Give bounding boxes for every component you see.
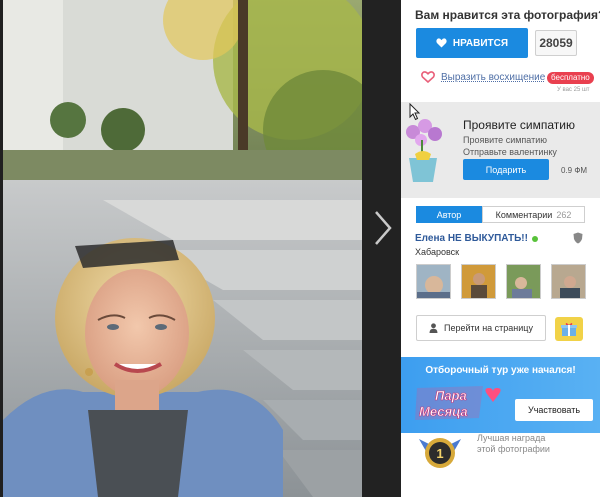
chevron-right-icon <box>375 211 392 245</box>
medal-number: 1 <box>436 446 443 461</box>
gift-price: 0.9 ФМ <box>561 166 588 175</box>
like-button-label: НРАВИТСЯ <box>452 37 509 49</box>
gift-panel: Проявите симпатию Проявите симпатию Отпр… <box>401 102 600 198</box>
flower-pot-icon <box>406 119 442 182</box>
author-photo-thumb[interactable] <box>461 264 496 299</box>
admire-row: Выразить восхищение <box>421 71 545 83</box>
like-button[interactable]: НРАВИТСЯ <box>416 28 528 58</box>
gift-text-1: Проявите симпатию <box>463 135 547 145</box>
goto-page-label: Перейти на страницу <box>444 323 533 333</box>
tab-comments-label: Комментарии <box>495 209 553 220</box>
promo-title: Отборочный тур уже начался! <box>425 365 576 376</box>
shield-icon[interactable] <box>573 232 583 244</box>
comments-count: 262 <box>556 209 572 220</box>
author-city: Хабаровск <box>415 247 460 257</box>
cursor-icon <box>409 103 421 121</box>
author-photos <box>416 264 586 299</box>
main-photo[interactable] <box>3 0 362 497</box>
person-icon <box>429 323 438 333</box>
gift-icon <box>561 322 577 336</box>
award-text-1: Лучшая награда <box>477 433 546 443</box>
medal-icon[interactable]: 1 <box>417 433 463 471</box>
like-counter: 28059 <box>535 30 577 56</box>
pair-of-month-logo: Пара Месяца <box>415 386 501 420</box>
goto-page-button[interactable]: Перейти на страницу <box>416 315 546 341</box>
pair-of-month-banner[interactable]: Отборочный тур уже начался! Пара Месяца … <box>401 357 600 433</box>
online-status-icon <box>531 235 538 242</box>
tab-author[interactable]: Автор <box>416 206 482 223</box>
promo-logo-line1: Пара <box>435 388 467 403</box>
gift-button[interactable]: Подарить <box>463 159 549 180</box>
author-photo-thumb[interactable] <box>506 264 541 299</box>
photo-page: Вам нравится эта фотография? НРАВИТСЯ 28… <box>0 0 600 497</box>
free-badge: бесплатно <box>547 72 594 84</box>
gift-title: Проявите симпатию <box>463 118 575 132</box>
photo-sidebar: Вам нравится эта фотография? НРАВИТСЯ 28… <box>401 0 600 497</box>
remaining-note: У вас 25 шт <box>557 87 590 93</box>
author-name: Елена НЕ ВЫКУПАТЬ!! <box>415 233 528 244</box>
gift-text-2: Отправьте валентинку <box>463 147 557 157</box>
participate-button[interactable]: Участвовать <box>515 399 593 421</box>
award-text-2: этой фотографии <box>477 444 550 454</box>
present-button[interactable] <box>555 317 583 341</box>
author-photo-thumb[interactable] <box>416 264 451 299</box>
photo-viewer <box>0 0 401 497</box>
author-photo-thumb[interactable] <box>551 264 586 299</box>
like-question: Вам нравится эта фотография? <box>415 8 600 22</box>
author-comments-tabs: Автор Комментарии 262 <box>416 206 585 223</box>
admire-link[interactable]: Выразить восхищение <box>441 72 545 83</box>
author-name-link[interactable]: Елена НЕ ВЫКУПАТЬ!! <box>415 233 538 244</box>
next-photo-button[interactable] <box>362 0 401 497</box>
best-award: 1 Лучшая награда этой фотографии <box>401 433 600 497</box>
promo-logo-line2: Месяца <box>419 404 468 419</box>
tab-comments[interactable]: Комментарии 262 <box>482 206 585 223</box>
heart-icon <box>436 38 447 48</box>
heart-outline-icon <box>421 71 435 83</box>
